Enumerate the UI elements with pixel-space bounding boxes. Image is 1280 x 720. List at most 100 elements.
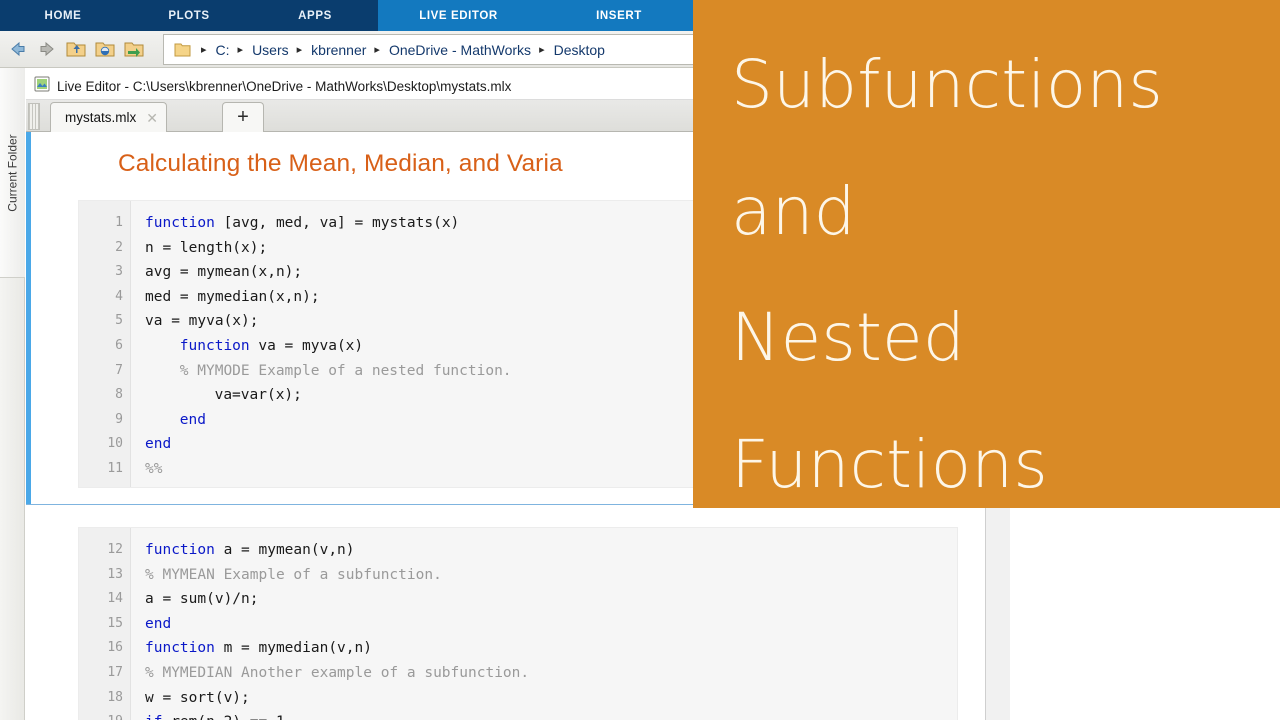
code-line: 17 % MYMEDIAN Another example of a subfun… [79,661,957,686]
right-blank-area [1010,508,1280,720]
live-editor-document-icon [34,76,50,97]
line-number: 15 [107,615,123,631]
ribbon-tab-live-editor-label: LIVE EDITOR [419,9,498,22]
code-token: end [179,411,206,428]
code-text: function va = myva(x) [180,334,363,359]
code-text: end [145,612,171,637]
code-text: %% [145,457,162,482]
code-line: 16 function m = mymedian(v,n) [79,636,957,661]
code-token: va = myva(x) [249,338,364,354]
code-token: avg = mymean(x,n); [145,264,303,281]
code-text: a = sum(v)/n; [145,587,259,612]
title-overlay: Subfunctions and Nested Functions [693,0,1280,508]
code-token: % MYMEDIAN Another example of a subfunct… [145,665,530,681]
breadcrumb-item-desktop[interactable]: Desktop [552,42,607,58]
line-number: 8 [115,387,123,403]
code-token: m = mymedian(v,n) [214,640,372,657]
code-text: % MYMODE Example of a nested function. [180,359,512,384]
code-text: va = myva(x); [145,309,259,334]
line-number: 16 [107,640,123,656]
breadcrumb-item-kbrenner[interactable]: kbrenner [309,42,368,58]
code-token: va=var(x); [214,387,302,404]
new-tab-button[interactable]: + [222,102,264,132]
current-folder-label: Current Folder [5,133,20,212]
breadcrumb-item-c[interactable]: C: [214,42,232,58]
code-line: 13 % MYMEAN Example of a subfunction. [79,563,957,588]
breadcrumb-separator: ▸ [374,44,380,56]
code-text: if rem(n,2) == 1 [145,710,285,720]
code-token: end [145,436,172,453]
ribbon-tab-plots[interactable]: PLOTS [126,0,252,31]
editor-section-2[interactable]: 12 function a = mymean(v,n) 13 % MYMEAN Exa… [26,505,985,720]
code-text: function a = mymean(v,n) [145,538,355,563]
folder-browse-icon[interactable] [92,36,118,62]
code-text: va=var(x); [215,383,302,408]
line-number: 1 [115,215,123,230]
ribbon-tab-home[interactable]: HOME [0,0,126,31]
code-text: % MYMEDIAN Another example of a subfunct… [145,661,529,686]
code-token: [avg, med, va] = mystats(x) [214,215,460,231]
ribbon-tab-insert-label: INSERT [596,9,642,22]
code-token: w = sort(v); [145,689,250,706]
page-title: Calculating the Mean, Median, and Varia [118,150,563,178]
folder-refresh-icon[interactable] [121,36,147,62]
code-token: end [145,615,172,632]
tab-bar-drag-handle[interactable] [28,103,40,130]
code-block-2[interactable]: 12 function a = mymean(v,n) 13 % MYMEAN Exa… [78,527,958,720]
code-text: n = length(x); [145,236,267,261]
ribbon-tab-apps[interactable]: APPS [252,0,378,31]
code-token: function [179,338,250,354]
code-token: a = sum(v)/n; [145,591,259,608]
code-text: function m = mymedian(v,n) [145,636,372,661]
line-number: 17 [107,665,123,680]
ribbon-tab-insert[interactable]: INSERT [539,0,699,31]
code-text: avg = mymean(x,n); [145,260,302,285]
sidebar-item-current-folder[interactable]: Current Folder [0,68,25,278]
code-token: % MYMEAN Example of a subfunction. [145,566,442,583]
breadcrumb-separator: ▸ [201,44,207,56]
current-folder-panel-strip: Current Folder [0,68,25,720]
line-number: 6 [115,338,123,353]
document-title-text: Live Editor - C:\Users\kbrenner\OneDrive… [57,79,512,94]
line-number: 14 [107,591,123,607]
line-number: 11 [107,461,123,476]
line-number: 4 [115,288,123,304]
folder-icon [174,42,191,58]
code-token: a = mymean(v,n) [214,542,355,558]
line-number: 12 [107,542,123,557]
line-number: 19 [79,710,123,720]
tab-mystats-mlx[interactable]: mystats.mlx ✕ [50,102,167,132]
line-number: 9 [115,411,123,427]
code-token: function [145,215,215,231]
tab-label: mystats.mlx [65,110,137,125]
code-token: rem(n,2) == 1 [162,714,285,720]
code-token: med = mymedian(x,n); [145,288,320,305]
breadcrumb-item-onedrive[interactable]: OneDrive - MathWorks [387,42,533,58]
code-text: end [145,432,171,457]
code-line: 19 if rem(n,2) == 1 [79,710,957,720]
back-arrow-icon[interactable] [5,36,31,62]
code-text: w = sort(v); [145,686,250,711]
ribbon-tab-apps-label: APPS [298,9,332,22]
breadcrumb-separator: ▸ [296,44,303,56]
ribbon-tab-live-editor[interactable]: LIVE EDITOR [378,0,539,31]
code-token: if [145,714,162,720]
ribbon-tab-home-label: HOME [44,9,82,22]
code-text: % MYMEAN Example of a subfunction. [145,563,442,588]
ribbon-tab-plots-label: PLOTS [168,9,210,22]
code-line: 18 w = sort(v); [79,686,957,711]
folder-up-icon[interactable] [63,36,89,62]
code-token: n = length(x); [145,239,268,256]
code-token: %% [145,461,163,477]
forward-arrow-icon[interactable] [34,36,60,62]
tab-close-icon[interactable]: ✕ [146,111,158,125]
page-title-text: Calculating the Mean, Median, and Varia [118,150,563,177]
line-number: 13 [107,566,123,582]
breadcrumb-separator: ▸ [539,44,545,56]
code-line: 15 end [79,612,957,637]
screenshot-root: HOME PLOTS APPS LIVE EDITOR INSERT ▸ C: … [0,0,1280,720]
code-token: function [145,542,215,558]
breadcrumb-item-users[interactable]: Users [250,42,291,58]
overlay-line-3: Nested [731,299,965,377]
code-line: 12 function a = mymean(v,n) [79,538,957,563]
